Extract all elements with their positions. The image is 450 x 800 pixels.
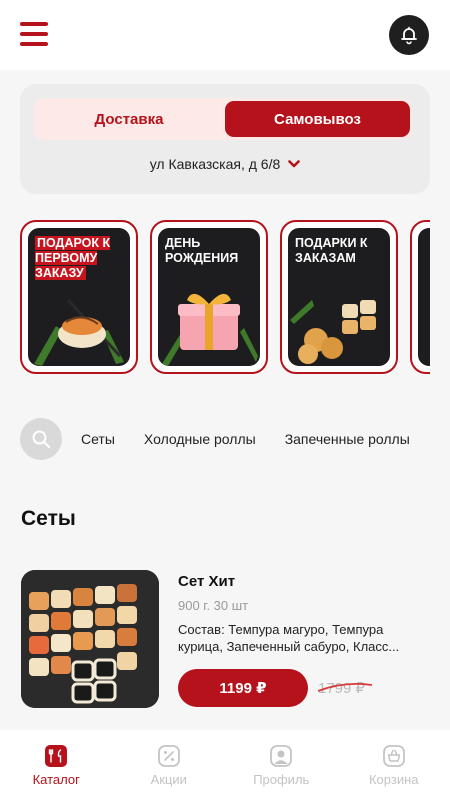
promo-card-birthday[interactable]: День рождения (150, 220, 268, 374)
menu-icon[interactable] (20, 22, 48, 46)
catalog-icon (45, 745, 68, 767)
product-card: Сет Хит 900 г. 30 шт Состав: Темпура маг… (21, 570, 431, 710)
top-bar (0, 0, 450, 70)
sushi-image (290, 300, 376, 364)
percent-icon (157, 745, 180, 767)
delivery-card: Доставка Самовывоз ул Кавказская, д 6/8 (20, 84, 430, 194)
basket-icon (382, 745, 405, 767)
roll-image (34, 298, 124, 366)
delivery-toggle: Доставка Самовывоз (34, 98, 412, 140)
search-icon (32, 430, 50, 448)
pickup-option[interactable]: Самовывоз (225, 101, 410, 137)
tab-cart[interactable]: Корзина (338, 730, 450, 800)
product-description: Состав: Темпура магуро, Темпура курица, … (178, 622, 400, 654)
promo-title: Подарки к заказам (295, 236, 368, 265)
chevron-down-icon (288, 160, 301, 168)
tab-profile[interactable]: Профиль (225, 730, 338, 800)
promo-title: День рождения (165, 236, 239, 265)
promo-card-first-order[interactable]: Подарок к первому заказу (20, 220, 138, 374)
section-title: Сеты (21, 507, 76, 530)
tab-promotions-label: Акции (150, 772, 187, 787)
product-image[interactable] (21, 570, 159, 708)
search-button[interactable] (20, 418, 62, 460)
address-selector[interactable]: ул Кавказская, д 6/8 (20, 156, 430, 172)
address-text: ул Кавказская, д 6/8 (149, 156, 281, 172)
bottom-tab-bar: Каталог Акции Профиль Корзина (0, 730, 450, 800)
product-name: Сет Хит (178, 573, 236, 590)
bell-icon[interactable] (389, 15, 429, 55)
tab-catalog-label: Каталог (32, 772, 80, 787)
tab-cart-label: Корзина (368, 772, 419, 787)
promo-card-partial[interactable] (410, 220, 430, 374)
tab-profile-label: Профиль (253, 772, 310, 787)
add-to-cart-button[interactable]: 1199 ₽ (178, 669, 308, 707)
delivery-option[interactable]: Доставка (34, 101, 224, 137)
tab-promotions[interactable]: Акции (113, 730, 226, 800)
category-sets[interactable]: Сеты (81, 431, 115, 447)
promo-carousel: Подарок к первому заказу День рождения (20, 220, 430, 376)
old-price: 1799 ₽ (317, 679, 373, 697)
product-price: 1199 ₽ (219, 680, 267, 697)
category-baked-rolls[interactable]: Запеченные роллы (285, 431, 410, 447)
category-bar: Сеты Холодные роллы Запеченные роллы (20, 418, 450, 460)
tab-catalog[interactable]: Каталог (0, 730, 113, 800)
promo-title: Подарок к первому заказу (35, 236, 111, 280)
product-weight: 900 г. 30 шт (178, 598, 249, 613)
gift-image (162, 293, 258, 366)
promo-card-gifts[interactable]: Подарки к заказам (280, 220, 398, 374)
profile-icon (270, 745, 293, 767)
category-cold-rolls[interactable]: Холодные роллы (144, 431, 256, 447)
